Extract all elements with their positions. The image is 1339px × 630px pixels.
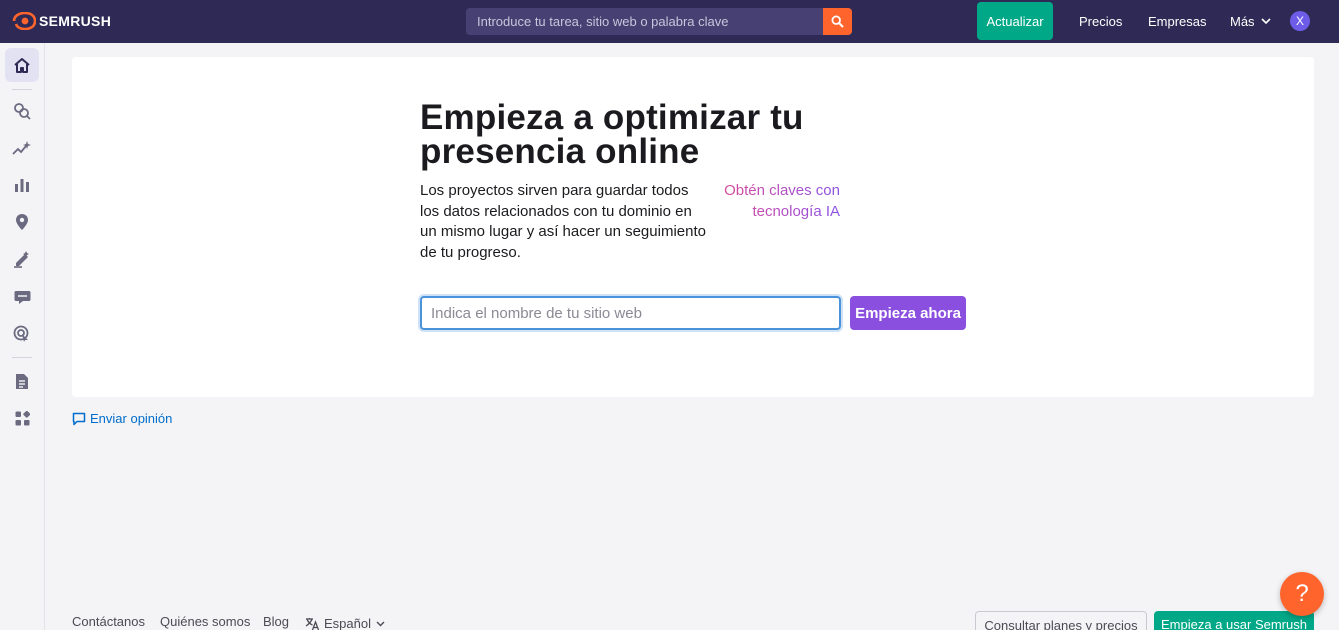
business-link[interactable]: Empresas [1148,14,1207,29]
website-name-input[interactable] [420,296,841,330]
about-link[interactable]: Quiénes somos [160,614,250,629]
apps-grid-icon [15,410,30,425]
blog-link[interactable]: Blog [263,614,289,629]
ai-sparkle-icon [12,141,31,155]
feedback-icon [72,412,86,425]
brand-name: SEMRUSH [39,13,112,29]
seo-icon [14,103,31,120]
sidebar-item-home[interactable] [5,48,39,82]
page-title: Empieza a optimizar tu presencia online [420,98,804,171]
more-label: Más [1230,14,1255,29]
sidebar-divider [12,357,32,358]
sidebar-divider [12,89,32,90]
chevron-down-icon [376,621,385,626]
help-button[interactable]: ? [1280,572,1324,616]
contact-link[interactable]: Contáctanos [72,614,145,629]
projects-description: Los proyectos sirven para guardar todos … [420,182,706,261]
sidebar-item-local[interactable] [5,205,39,239]
semrush-fire-icon [12,12,36,30]
start-now-button[interactable]: Empieza ahora [850,296,966,330]
sidebar-item-social[interactable] [5,317,39,351]
sidebar-item-traffic[interactable] [5,168,39,202]
view-plans-button[interactable]: Consultar planes y precios [975,611,1147,630]
home-icon [14,58,30,73]
search-input[interactable] [466,8,823,35]
feedback-label: Enviar opinión [90,411,173,426]
sidebar-item-ads[interactable] [5,280,39,314]
sidebar-item-apps[interactable] [5,401,39,435]
sidebar-item-seo[interactable] [5,94,39,128]
upgrade-button[interactable]: Actualizar [977,2,1053,40]
translate-icon [305,618,319,630]
sidebar-item-reports[interactable] [5,364,39,398]
start-semrush-button[interactable]: Empieza a usar Semrush [1154,611,1314,630]
social-target-icon [13,325,29,342]
ai-keywords-link[interactable]: Obtén claves con tecnología IA [712,181,840,222]
top-bar: SEMRUSH Actualizar Precios Empresas Más … [0,0,1339,43]
search-icon [831,15,844,28]
sidebar-item-ai[interactable] [5,131,39,165]
chevron-down-icon [1260,18,1271,25]
chat-bubble-icon [14,290,30,304]
search-button[interactable] [823,8,852,35]
global-search [466,8,852,35]
avatar[interactable]: X [1290,11,1310,31]
pricing-link[interactable]: Precios [1079,14,1122,29]
sidebar-item-content[interactable] [5,242,39,276]
language-selector[interactable]: Español [305,616,385,630]
bar-chart-icon [15,179,29,192]
location-pin-icon [16,214,28,230]
report-document-icon [16,373,28,389]
more-menu[interactable]: Más [1230,14,1271,29]
language-label: Español [324,616,371,630]
project-card: Empieza a optimizar tu presencia online … [72,57,1314,397]
help-question-icon: ? [1295,580,1309,607]
send-feedback-link[interactable]: Enviar opinión [72,411,172,426]
content-pen-icon [14,251,29,268]
sidebar [0,43,45,630]
semrush-logo[interactable]: SEMRUSH [12,12,111,30]
